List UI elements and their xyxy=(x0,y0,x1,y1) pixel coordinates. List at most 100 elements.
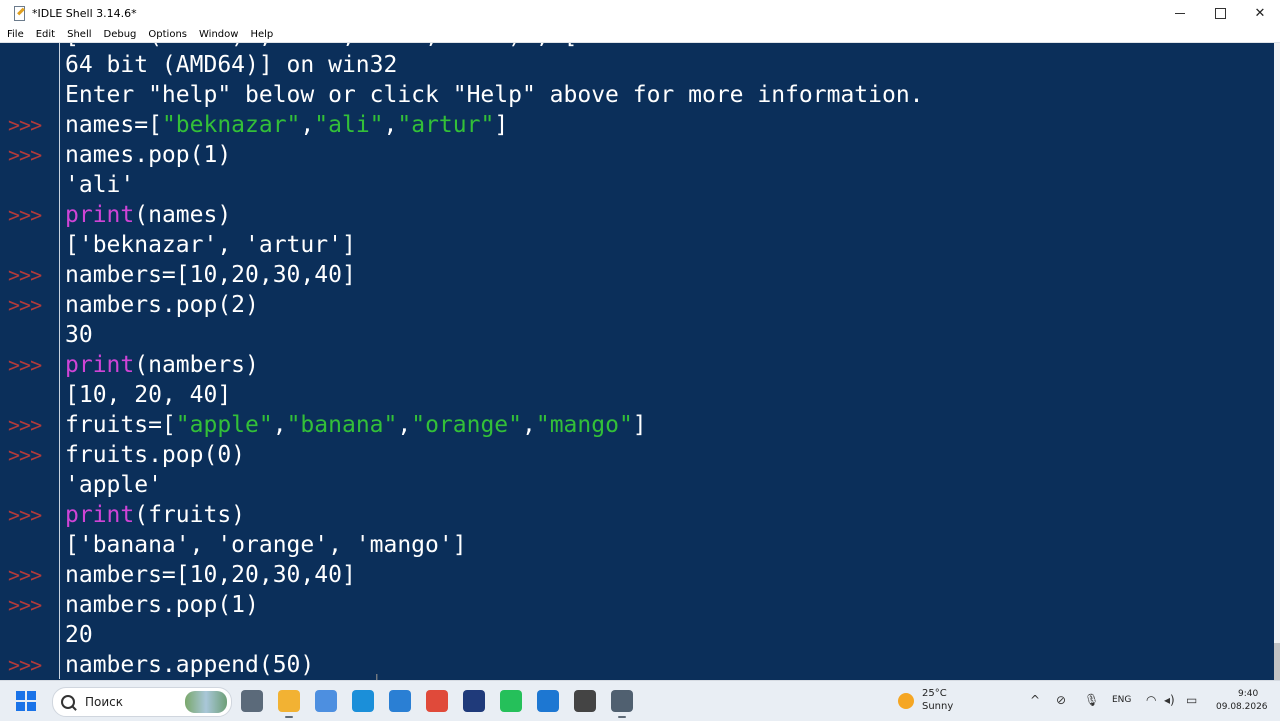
prompt-marker: >>> xyxy=(8,113,42,137)
output-text: 30 xyxy=(65,322,93,348)
prompt-marker: >>> xyxy=(8,353,42,377)
output-line: 'apple' xyxy=(6,470,1274,500)
chrome-icon[interactable] xyxy=(426,690,448,712)
prompt-marker: >>> xyxy=(8,143,42,167)
code-text: fruits=["apple","banana","orange","mango… xyxy=(65,412,647,438)
output-line: ['banana', 'orange', 'mango'] xyxy=(6,530,1274,560)
input-line: >>> nambers.append(50) xyxy=(6,650,1274,679)
maximize-icon xyxy=(1214,7,1226,19)
scrollbar-thumb[interactable] xyxy=(1274,643,1280,683)
input-line: >>> print(names) xyxy=(6,200,1274,230)
menu-edit[interactable]: Edit xyxy=(30,29,60,40)
minimize-icon xyxy=(1175,12,1185,14)
output-line: ['beknazar', 'artur'] xyxy=(6,230,1274,260)
prompt-marker: >>> xyxy=(8,413,42,437)
edge-icon[interactable] xyxy=(352,690,374,712)
chevron-up-icon[interactable]: ^ xyxy=(1030,693,1040,707)
menu-file[interactable]: File xyxy=(1,29,29,40)
clock-date[interactable]: 09.08.2026 xyxy=(1216,702,1268,712)
clock-time[interactable]: 9:40 xyxy=(1238,689,1258,699)
input-line: >>> print(fruits) xyxy=(6,500,1274,530)
banner-line: 64 bit (AMD64)] on win32 xyxy=(65,52,398,78)
copilot-icon[interactable] xyxy=(315,690,337,712)
close-button[interactable]: ✕ xyxy=(1240,0,1280,26)
output-line: 'ali' xyxy=(6,170,1274,200)
input-line: >>> nambers=[10,20,30,40] xyxy=(6,260,1274,290)
vertical-scrollbar[interactable] xyxy=(1274,43,1280,683)
output-line: [10, 20, 40] xyxy=(6,380,1274,410)
window-title: *IDLE Shell 3.14.6* xyxy=(32,6,137,20)
code-text: names.pop(1) xyxy=(65,142,232,168)
battery-icon[interactable]: ▭ xyxy=(1186,693,1197,707)
weather-description[interactable]: Sunny xyxy=(922,701,953,712)
search-placeholder: Поиск xyxy=(85,695,124,709)
menu-bar: File Edit Shell Debug Options Window Hel… xyxy=(0,26,1280,43)
microphone-icon[interactable]: 🎙 xyxy=(1084,693,1099,707)
task-view-icon[interactable] xyxy=(241,690,263,712)
prompt-marker: >>> xyxy=(8,443,42,467)
output-text: ['banana', 'orange', 'mango'] xyxy=(65,532,467,558)
code-text: fruits.pop(0) xyxy=(65,442,246,468)
file-explorer-icon[interactable] xyxy=(278,690,300,718)
window-controls: ✕ xyxy=(1160,0,1280,26)
search-highlight-image xyxy=(185,691,227,713)
prompt-marker: >>> xyxy=(8,563,42,587)
output-text: ['beknazar', 'artur'] xyxy=(65,232,356,258)
volume-icon[interactable]: ◂) xyxy=(1164,693,1175,707)
minimize-button[interactable] xyxy=(1160,0,1200,26)
photoshop-icon[interactable] xyxy=(463,690,485,712)
menu-options[interactable]: Options xyxy=(142,29,192,40)
weather-temperature[interactable]: 25°C xyxy=(922,688,947,699)
wifi-icon[interactable]: ◠ xyxy=(1146,693,1156,707)
search-icon xyxy=(61,695,75,709)
code-text: print(names) xyxy=(65,202,232,228)
code-text: nambers=[10,20,30,40] xyxy=(65,262,356,288)
code-text: nambers.pop(2) xyxy=(65,292,259,318)
prompt-marker: >>> xyxy=(8,503,42,527)
banner-line: Enter "help" below or click "Help" above… xyxy=(65,82,924,108)
output-line: 30 xyxy=(6,320,1274,350)
code-text: nambers.append(50) xyxy=(65,652,315,678)
menu-window[interactable]: Window xyxy=(193,29,243,40)
input-line: >>> nambers=[10,20,30,40] xyxy=(6,560,1274,590)
menu-shell[interactable]: Shell xyxy=(61,29,96,40)
input-line: >>> fruits=["apple","banana","orange","ma… xyxy=(6,410,1274,440)
input-line: >>> nambers.pop(1) xyxy=(6,590,1274,620)
close-icon: ✕ xyxy=(1254,5,1266,21)
input-line: >>> fruits.pop(0) xyxy=(6,440,1274,470)
shell-text-area[interactable]: [ ... ( ... ) , ... , ... , ... ) , [ 64… xyxy=(6,43,1274,679)
sun-icon[interactable] xyxy=(898,693,914,709)
input-line: >>> names=["beknazar","ali","artur"] xyxy=(6,110,1274,140)
vscode-icon[interactable] xyxy=(389,690,411,712)
network-off-icon[interactable]: ⊘ xyxy=(1056,693,1066,707)
prompt-marker: >>> xyxy=(8,593,42,617)
output-text: [10, 20, 40] xyxy=(65,382,232,408)
code-text: nambers=[10,20,30,40] xyxy=(65,562,356,588)
chatgpt-icon[interactable] xyxy=(574,690,596,712)
idle-icon[interactable] xyxy=(611,690,633,718)
menu-debug[interactable]: Debug xyxy=(98,29,142,40)
output-text: 'apple' xyxy=(65,472,162,498)
prompt-marker: >>> xyxy=(8,653,42,677)
maximize-button[interactable] xyxy=(1200,0,1240,26)
code-text: print(fruits) xyxy=(65,502,246,528)
language-indicator[interactable]: ENG xyxy=(1112,695,1131,705)
input-line: >>> names.pop(1) xyxy=(6,140,1274,170)
whatsapp-icon[interactable] xyxy=(500,690,522,712)
taskbar: Поиск 25°C Sunny ^ ⊘ 🎙 ENG ◠ ◂) ▭ 9:40 0… xyxy=(0,680,1280,721)
output-line: 20 xyxy=(6,620,1274,650)
input-line: >>> nambers.pop(2) xyxy=(6,290,1274,320)
azure-data-studio-icon[interactable] xyxy=(537,690,559,712)
menu-help[interactable]: Help xyxy=(244,29,278,40)
start-button[interactable] xyxy=(16,691,36,711)
code-text: print(nambers) xyxy=(65,352,259,378)
taskbar-search[interactable]: Поиск xyxy=(52,687,232,717)
prompt-marker: >>> xyxy=(8,203,42,227)
idle-app-icon xyxy=(12,6,26,21)
input-line: >>> print(nambers) xyxy=(6,350,1274,380)
code-text: names=["beknazar","ali","artur"] xyxy=(65,112,509,138)
code-text: nambers.pop(1) xyxy=(65,592,259,618)
prompt-marker: >>> xyxy=(8,293,42,317)
title-bar: *IDLE Shell 3.14.6* ✕ xyxy=(0,0,1280,26)
output-text: 'ali' xyxy=(65,172,135,198)
